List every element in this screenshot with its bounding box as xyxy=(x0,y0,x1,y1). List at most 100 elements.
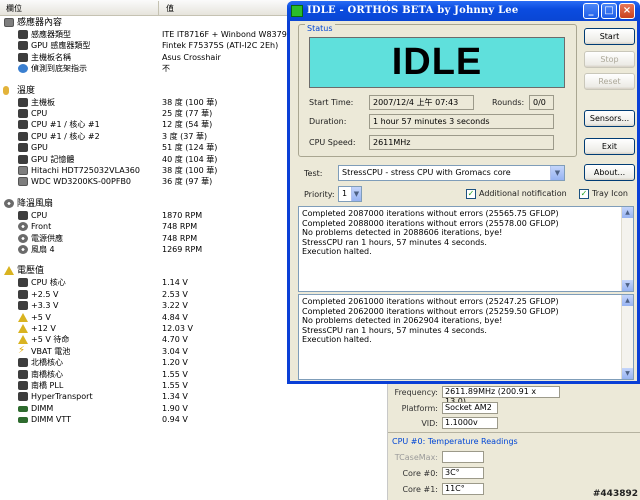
gpu-icon xyxy=(18,143,28,153)
voltage-icon xyxy=(4,266,14,276)
log-line: Execution halted. xyxy=(302,247,372,257)
orthos-window: IDLE - ORTHOS BETA by Johnny Lee _ □ × S… xyxy=(287,1,640,384)
chip-icon xyxy=(18,392,28,402)
sensor-label: +3.3 V xyxy=(31,301,59,311)
memory-icon xyxy=(18,405,28,412)
sensor-value: 1269 RPM xyxy=(162,245,203,254)
sensor-label: +12 V xyxy=(31,324,56,333)
sensor-row[interactable]: DIMM VTT 0.94 V xyxy=(0,414,387,426)
temperature-icon xyxy=(3,85,9,95)
sensor-label: Front xyxy=(31,222,52,232)
maximize-icon[interactable]: □ xyxy=(601,3,617,19)
gpu-memory-icon xyxy=(18,154,28,164)
orthos-body: Status IDLE Start Time: 2007/12/4 上午 07:… xyxy=(290,21,637,381)
sensor-label: 風扇 4 xyxy=(31,245,55,254)
cpu-icon xyxy=(18,210,28,220)
duration-field: 1 hour 57 minutes 3 seconds xyxy=(369,114,554,129)
close-icon[interactable]: × xyxy=(619,3,635,19)
priority-select[interactable]: 1 ▼ xyxy=(338,186,362,202)
column-divider[interactable] xyxy=(158,1,159,15)
additional-notification-label[interactable]: Additional notification xyxy=(479,189,567,198)
core1-temp-field: 11C° xyxy=(442,483,484,495)
sensor-value: Fintek F75375S (ATI-I2C 2Eh) xyxy=(162,41,279,51)
chip-icon xyxy=(18,369,28,379)
sensor-value: 38 度 (100 華) xyxy=(162,97,218,107)
fan-icon xyxy=(18,222,28,232)
disk-icon xyxy=(18,177,28,187)
chevron-down-icon[interactable]: ▼ xyxy=(351,187,361,201)
log-output-cpu2[interactable]: Completed 2061000 iterations without err… xyxy=(298,294,634,380)
hardware-icon xyxy=(4,18,14,27)
sensor-row[interactable]: HyperTransport 1.34 V xyxy=(0,391,387,403)
cpu-icon xyxy=(18,278,28,288)
state-display: IDLE xyxy=(309,37,565,88)
duration-label: Duration: xyxy=(309,117,347,126)
log-line: No problems detected in 2062904 iteratio… xyxy=(302,316,503,326)
sensor-label: +5 V 待命 xyxy=(31,335,70,345)
log-scrollbar[interactable]: ▲ ▼ xyxy=(621,207,633,291)
sensor-value: 1.90 V xyxy=(162,403,188,413)
chip-icon xyxy=(18,41,28,51)
sensor-label: CPU #1 / 核心 #2 xyxy=(31,131,100,141)
column-header-value[interactable]: 值 xyxy=(166,3,174,14)
fan-icon xyxy=(18,233,28,243)
scroll-up-icon[interactable]: ▲ xyxy=(622,295,633,306)
tray-icon-label[interactable]: Tray Icon xyxy=(592,189,628,198)
sensors-button[interactable]: Sensors... xyxy=(584,110,635,127)
cpu-speed-field: 2611MHz xyxy=(369,135,554,150)
tray-icon-checkbox[interactable]: ✓ xyxy=(579,189,589,199)
chevron-down-icon[interactable]: ▼ xyxy=(550,166,564,180)
sensor-label: +5 V xyxy=(31,312,51,322)
log-line: Completed 2088000 iterations without err… xyxy=(302,218,559,228)
sensor-label: 南橋核心 xyxy=(31,369,63,379)
sensor-value: 不 xyxy=(162,64,170,74)
log-lines: Completed 2061000 iterations without err… xyxy=(302,297,633,345)
additional-notification-checkbox[interactable]: ✓ xyxy=(466,189,476,199)
sensor-value: 1.14 V xyxy=(162,278,188,288)
orthos-title-bar[interactable]: IDLE - ORTHOS BETA by Johnny Lee _ □ × xyxy=(287,1,640,21)
reset-button[interactable]: Reset xyxy=(584,73,635,90)
sensor-label: VBAT 電池 xyxy=(31,346,71,356)
sensor-row[interactable]: DIMM 1.90 V xyxy=(0,403,387,415)
motherboard-icon xyxy=(18,97,28,107)
sensor-value: 1.34 V xyxy=(162,392,188,402)
sensor-value: 4.84 V xyxy=(162,312,188,322)
log-line: StressCPU ran 1 hours, 57 minutes 4 seco… xyxy=(302,237,487,247)
frequency-field: 2611.89MHz (200.91 x 13.0) xyxy=(442,386,560,406)
disk-icon xyxy=(18,166,28,175)
rounds-field: 0/0 xyxy=(529,95,554,110)
about-button[interactable]: About... xyxy=(584,164,635,181)
sensor-value: 1.55 V xyxy=(162,369,188,379)
sensor-value: 25 度 (77 華) xyxy=(162,109,213,118)
log-output-cpu1[interactable]: Completed 2087000 iterations without err… xyxy=(298,206,634,292)
voltage-icon xyxy=(18,324,28,333)
test-select[interactable]: StressCPU - stress CPU with Gromacs core… xyxy=(338,165,565,181)
sensor-label: WDC WD3200KS-00PFB0 xyxy=(31,177,132,187)
sensor-value: 12.03 V xyxy=(162,324,193,333)
scroll-down-icon[interactable]: ▼ xyxy=(622,368,633,379)
exit-button[interactable]: Exit xyxy=(584,138,635,155)
scroll-down-icon[interactable]: ▼ xyxy=(622,280,633,291)
cpu-speed-label: CPU Speed: xyxy=(309,138,356,147)
start-time-label: Start Time: xyxy=(309,98,354,107)
vid-label: VID: xyxy=(421,419,438,428)
sensor-value: 51 度 (124 華) xyxy=(162,143,218,153)
minimize-icon[interactable]: _ xyxy=(583,3,599,19)
orthos-app-icon xyxy=(291,5,303,17)
priority-select-value: 1 xyxy=(342,189,348,198)
sensor-label: CPU xyxy=(31,210,48,220)
column-header-item[interactable]: 欄位 xyxy=(6,3,22,14)
sensor-label: +2.5 V xyxy=(31,289,59,299)
cpu-info-panel: Frequency: 2611.89MHz (200.91 x 13.0) Pl… xyxy=(388,384,640,500)
stop-button[interactable]: Stop xyxy=(584,51,635,68)
scroll-up-icon[interactable]: ▲ xyxy=(622,207,633,218)
tcasemax-field xyxy=(442,451,484,463)
chip-icon xyxy=(18,30,28,39)
sensor-label: DIMM xyxy=(31,403,54,413)
fan-icon xyxy=(4,198,14,208)
log-scrollbar[interactable]: ▲ ▼ xyxy=(621,295,633,379)
sensor-value: 38 度 (100 華) xyxy=(162,166,218,175)
sensor-value: 3 度 (37 華) xyxy=(162,131,208,141)
watermark-text: #443892 xyxy=(592,489,638,499)
start-button[interactable]: Start xyxy=(584,28,635,45)
